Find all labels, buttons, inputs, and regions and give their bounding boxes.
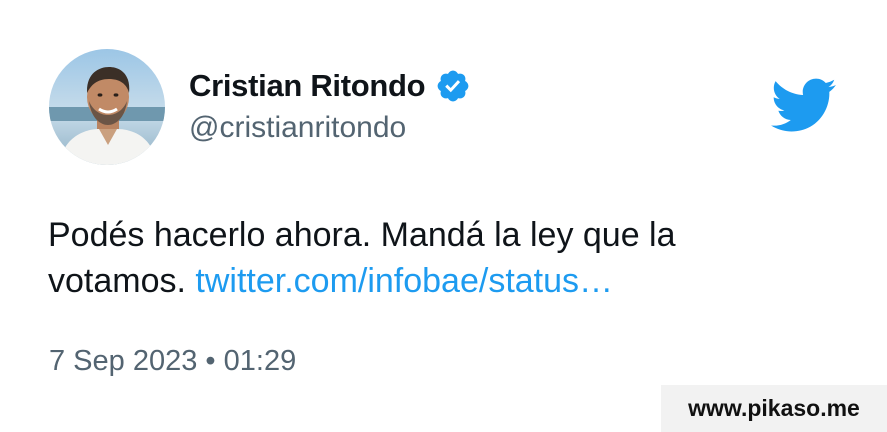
- author-name-row: Cristian Ritondo: [189, 64, 471, 108]
- tweet-body: Podés hacerlo ahora. Mandá la ley que la…: [48, 212, 768, 304]
- tweet-time[interactable]: 01:29: [224, 345, 297, 377]
- twitter-bird-icon[interactable]: [771, 78, 837, 134]
- tweet-timestamp: 7 Sep 2023 • 01:29: [49, 345, 296, 378]
- tweet-link[interactable]: twitter.com/infobae/status…: [195, 262, 613, 300]
- author-display-name[interactable]: Cristian Ritondo: [189, 68, 426, 104]
- author-avatar[interactable]: [49, 49, 165, 165]
- watermark: www.pikaso.me: [661, 385, 887, 432]
- verified-badge-icon: [435, 68, 471, 104]
- avatar-photo: [49, 49, 165, 165]
- tweet-date[interactable]: 7 Sep 2023: [49, 345, 197, 377]
- tweet-card: Cristian Ritondo @cristianritondo Podés …: [0, 0, 887, 432]
- timestamp-separator: •: [205, 345, 216, 377]
- author-handle[interactable]: @cristianritondo: [189, 111, 406, 145]
- watermark-text: www.pikaso.me: [688, 395, 860, 421]
